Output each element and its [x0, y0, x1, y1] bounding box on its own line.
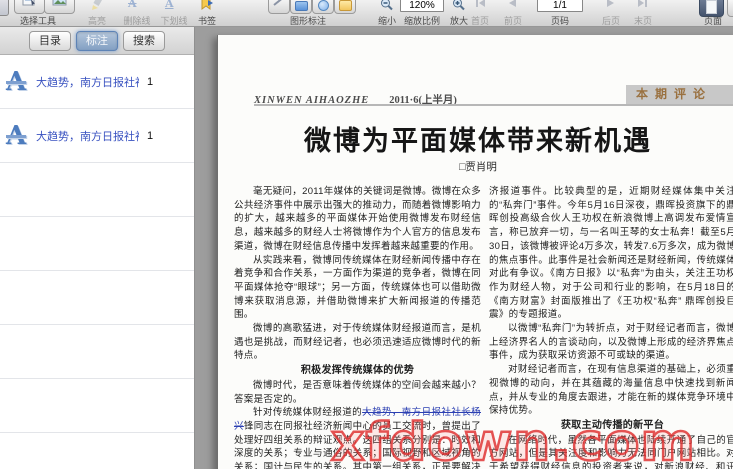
highlight-label: 高亮 [87, 16, 106, 26]
single-page-icon [706, 0, 717, 14]
paragraph: 微博时代，是否意味着传统媒体的空间会越来越小？答案是否定的。 [234, 379, 481, 405]
strikeout-annotation-icon: A [6, 66, 27, 97]
pdf-page: XINWEN AIHAOZHE 2011·6(上半月) 本期评论 微博为平面媒体带… [217, 35, 733, 469]
facing-page-view-button[interactable] [727, 0, 733, 17]
select-text-tool-button[interactable] [14, 0, 45, 14]
paragraph-text: 针对传统媒体财经报道的 [253, 407, 363, 419]
main-area: 目录 标注 搜索 A 大趋势，南方日报社社长 1 A 大趋势，南方日报社社长 1 [0, 27, 733, 469]
annotation-list-empty-row [0, 325, 194, 379]
annotation-text: 大趋势，南方日报社社长 [36, 130, 139, 143]
paragraph: 在网络时代，虽然各平面媒体也陆续开通了自己的官方网站，但是其关注度和影响力无法同… [489, 434, 733, 469]
strikeout-label: 删除线 [123, 16, 151, 26]
image-select-icon [52, 0, 67, 11]
strikeout-annotation-icon: A [6, 120, 27, 151]
page-number-label: 页码 [550, 16, 569, 26]
annotation-list-empty-row [0, 433, 194, 469]
shapes-label: 图形标注 [289, 16, 326, 26]
paragraph: 毫无疑问，2011年媒体的关键词是微博。微博在众多公共经济事件中展示出强大的推动… [234, 186, 481, 252]
article-author: □贾肖明 [459, 161, 497, 173]
main-toolbar: 选择工具 高亮 A 删除线 A 下划线 书签 图形标注 缩小 缩放比例 放大 [0, 0, 733, 27]
sidebar: 目录 标注 搜索 A 大趋势，南方日报社社长 1 A 大趋势，南方日报社社长 1 [0, 27, 195, 469]
article-body: 毫无疑问，2011年媒体的关键词是微博。微博在众多公共经济事件中展示出强大的推动… [234, 185, 733, 469]
annotation-list-item[interactable]: A 大趋势，南方日报社社长 1 [0, 55, 194, 109]
annotation-list-empty-row [0, 271, 194, 325]
article-title: 微博为平面媒体带来新机遇 [304, 126, 652, 156]
note-shape-icon [338, 0, 352, 11]
page-number-input[interactable] [537, 0, 583, 12]
paragraph: 济报道事件。比较典型的是，近期财经媒体集中关注的“私奔门”事件。今年5月16日深… [489, 186, 733, 321]
rectangle-shape-button[interactable] [290, 0, 312, 14]
tab-search[interactable]: 搜索 [123, 30, 165, 51]
bookmark-icon[interactable] [200, 0, 214, 10]
zoom-ratio-label: 缩放比例 [403, 16, 440, 26]
page-view-label: 页面 [703, 16, 722, 26]
circle-shape-button[interactable] [312, 0, 334, 14]
annotation-page-number: 1 [147, 75, 154, 88]
annotation-list-item[interactable]: A 大趋势，南方日报社社长 1 [0, 109, 194, 163]
section-subheading: 获取主动传播的新平台 [561, 419, 664, 431]
underline-icon[interactable]: A [165, 0, 174, 9]
annotation-list-empty-row [0, 217, 194, 271]
annotation-page-number: 1 [147, 129, 154, 142]
underline-label: 下划线 [160, 16, 188, 26]
annotation-list: A 大趋势，南方日报社社长 1 A 大趋势，南方日报社社长 1 [0, 55, 194, 469]
line-shape-icon [273, 0, 285, 11]
bookmark-label: 书签 [197, 16, 216, 26]
strikeout-icon[interactable]: A [128, 0, 137, 9]
last-page-label: 末页 [633, 16, 652, 26]
paragraph: 对财经记者而言，在现有信息渠道的基础上，必须重视微博的动向，并在其蕴藏的海量信息… [489, 364, 733, 417]
body-left-column: 毫无疑问，2011年媒体的关键词是微博。微博在众多公共经济事件中展示出强大的推动… [234, 185, 481, 469]
zoom-out-icon[interactable] [380, 0, 393, 11]
note-shape-button[interactable] [334, 0, 356, 14]
tab-annotations[interactable]: 标注 [76, 30, 118, 51]
select-tools-label: 选择工具 [19, 16, 56, 26]
annotation-text: 大趋势，南方日报社社长 [36, 76, 139, 89]
rectangle-shape-icon [294, 1, 308, 11]
annotation-list-empty-row [0, 163, 194, 217]
paragraph: 从实践来看，微博同传统媒体在财经新闻传播中存在着竞争和合作关系，一方面作为渠道的… [234, 254, 481, 321]
body-right-column: 济报道事件。比较典型的是，近期财经媒体集中关注的“私奔门”事件。今年5月16日深… [489, 185, 733, 469]
highlight-icon[interactable] [90, 0, 104, 10]
line-shape-button[interactable] [268, 0, 290, 14]
paragraph: 微博的高歌猛进，对于传统媒体财经报道而言，是机遇也是挑战，而财经记者，也必须迅速… [234, 323, 481, 362]
section-badge: 本期评论 [626, 85, 733, 104]
zoom-in-icon[interactable] [452, 0, 465, 11]
annotation-list-empty-row [0, 379, 194, 433]
section-subheading: 积极发挥传统媒体的优势 [300, 365, 415, 377]
zoom-ratio-input[interactable] [400, 0, 444, 12]
next-page-label: 后页 [601, 16, 620, 26]
paragraph-text: 锋同志在同报社经济新闻中心的员工交流时，曾提出了处理好四组关系的辩证观点。这四组… [234, 420, 481, 469]
select-image-tool-button[interactable] [44, 0, 75, 14]
first-page-icon[interactable] [474, 0, 486, 8]
document-viewport[interactable]: XINWEN AIHAOZHE 2011·6(上半月) 本期评论 微博为平面媒体带… [195, 27, 733, 469]
circle-shape-icon [317, 0, 329, 11]
first-page-label: 首页 [470, 16, 489, 26]
prev-page-icon[interactable] [507, 0, 517, 8]
sidebar-tabbar: 目录 标注 搜索 [0, 27, 194, 55]
header-rule [254, 104, 733, 106]
prev-page-label: 前页 [503, 16, 522, 26]
tab-contents[interactable]: 目录 [29, 30, 71, 51]
last-page-icon[interactable] [637, 0, 649, 8]
paragraph: 以微博“私奔门”为转折点，对于财经记者而言，微博上经济界名人的言谈动向，以及微博… [489, 323, 733, 362]
text-select-icon [22, 0, 37, 11]
next-page-icon[interactable] [606, 0, 616, 8]
paragraph-with-annotation: 针对传统媒体财经报道的大趋势，南方日报社社长杨兴锋同志在同报社经济新闻中心的员工… [234, 406, 481, 469]
